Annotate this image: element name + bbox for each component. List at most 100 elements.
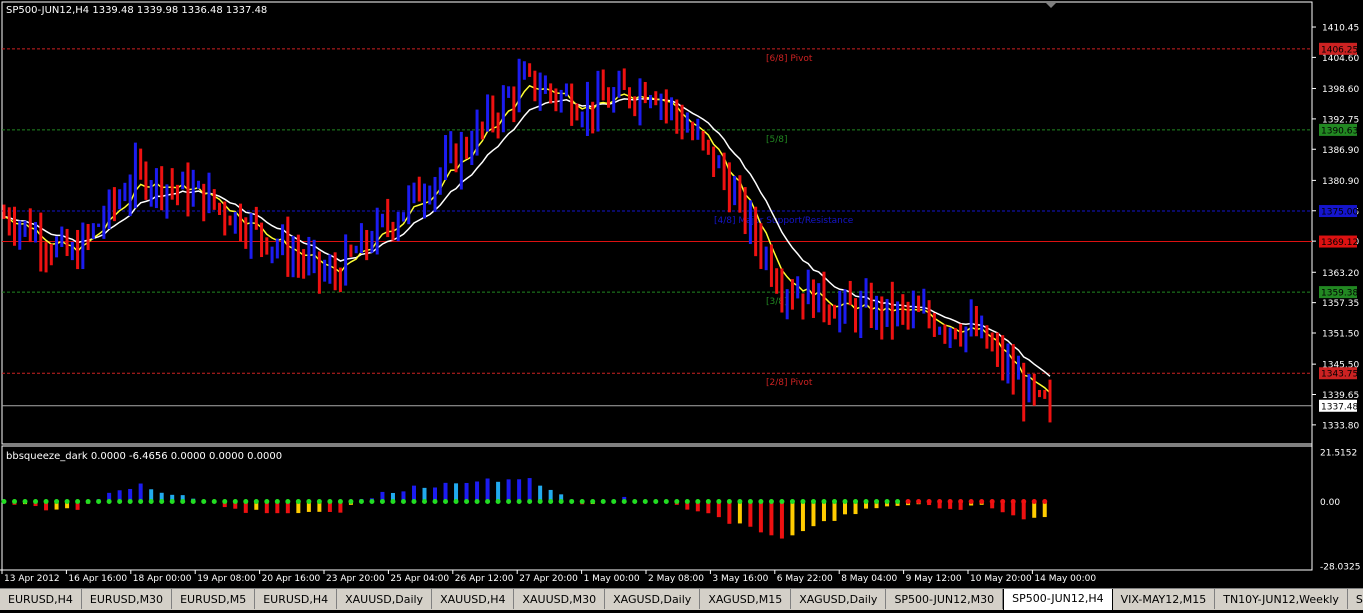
squeeze-dot bbox=[148, 499, 154, 505]
price-tick-label: 1380.90 bbox=[1322, 177, 1359, 187]
squeeze-dot bbox=[96, 499, 102, 505]
price-tick-label: 1410.45 bbox=[1322, 24, 1359, 34]
squeeze-dot bbox=[947, 499, 953, 505]
squeeze-dot bbox=[663, 499, 669, 505]
price-scale: 1410.45 1404.60 1398.60 1392.75 1386.90 1380.… bbox=[1312, 24, 1359, 431]
squeeze-dot bbox=[22, 499, 28, 505]
squeeze-dot bbox=[958, 499, 964, 505]
indicator-scale-label: -28.0325 bbox=[1320, 563, 1360, 573]
squeeze-dot bbox=[989, 499, 995, 505]
squeeze-dot bbox=[411, 499, 417, 505]
squeeze-dot bbox=[358, 499, 364, 505]
squeeze-dot bbox=[1010, 499, 1016, 505]
chart-tab-bar: EURUSD,H4 EURUSD,M30 EURUSD,M5 EURUSD,H4 XAU… bbox=[0, 588, 1363, 610]
scroll-marker-icon[interactable] bbox=[1046, 3, 1056, 8]
chart-tab[interactable]: XAUUSD,M30 bbox=[514, 589, 606, 609]
chart-tab[interactable]: EURUSD,M30 bbox=[82, 589, 173, 609]
chart-header: SP500-JUN12,H4 1339.48 1339.98 1336.48 1… bbox=[6, 5, 267, 16]
time-tick-label: 2 May 08:00 bbox=[648, 574, 704, 584]
chart-svg[interactable]: [6/8] Pivot [5/8] [4/8] Major Support/Resi… bbox=[0, 0, 1363, 609]
chart-tab[interactable]: XAGUSD,Daily bbox=[605, 589, 701, 609]
squeeze-dot bbox=[558, 499, 564, 505]
chart-tab[interactable]: XAGUSD,M15 bbox=[700, 589, 792, 609]
indicator-scale-label: 0.00 bbox=[1320, 498, 1340, 508]
squeeze-dot bbox=[85, 499, 91, 505]
squeeze-dot bbox=[674, 499, 680, 505]
squeeze-dot bbox=[726, 499, 732, 505]
squeeze-dot bbox=[180, 499, 186, 505]
squeeze-dot bbox=[705, 499, 711, 505]
indicator-histogram bbox=[1, 478, 1048, 539]
squeeze-dot bbox=[516, 499, 522, 505]
time-tick-label: 27 Apr 20:00 bbox=[519, 574, 578, 584]
time-tick-label: 9 May 12:00 bbox=[906, 574, 962, 584]
price-tick-label: 1357.35 bbox=[1322, 299, 1359, 309]
squeeze-dot bbox=[810, 499, 816, 505]
chart-tab[interactable]: TN10Y-JUN12,Weekly bbox=[1215, 589, 1348, 609]
squeeze-dot bbox=[768, 499, 774, 505]
squeeze-dot bbox=[12, 499, 18, 505]
squeeze-dot bbox=[127, 499, 133, 505]
squeeze-dot bbox=[590, 499, 596, 505]
squeeze-dot bbox=[190, 499, 196, 505]
squeeze-dot bbox=[474, 499, 480, 505]
squeeze-dot bbox=[64, 499, 70, 505]
main-panel-frame bbox=[1, 1, 1313, 445]
squeeze-dot bbox=[264, 499, 270, 505]
squeeze-dot bbox=[874, 499, 880, 505]
time-tick-label: 19 Apr 08:00 bbox=[197, 574, 256, 584]
squeeze-dot bbox=[169, 499, 175, 505]
chart-tab[interactable]: SP500-JUN12,H4 bbox=[1003, 589, 1113, 610]
level-label: [2/8] Pivot bbox=[766, 378, 813, 388]
time-tick-label: 13 Apr 2012 bbox=[4, 574, 60, 584]
chart-tab[interactable]: XAUUSD,Daily bbox=[337, 589, 433, 609]
squeeze-dot bbox=[527, 499, 533, 505]
squeeze-dot bbox=[842, 499, 848, 505]
time-tick-label: 6 May 22:00 bbox=[777, 574, 833, 584]
level-price-tag-label: 1375.00 bbox=[1321, 208, 1358, 218]
time-tick-label: 16 Apr 16:00 bbox=[68, 574, 127, 584]
squeeze-dot bbox=[327, 499, 333, 505]
chart-tab[interactable]: SIE bbox=[1348, 589, 1363, 609]
squeeze-dot bbox=[253, 499, 259, 505]
squeeze-dot bbox=[243, 499, 249, 505]
chart-tab[interactable]: EURUSD,H4 bbox=[255, 589, 338, 609]
indicator-panel-frame bbox=[1, 445, 1313, 571]
chart-tab[interactable]: EURUSD,H4 bbox=[0, 589, 82, 609]
chart-tab[interactable]: XAGUSD,Daily bbox=[791, 589, 887, 609]
squeeze-dot bbox=[274, 499, 280, 505]
time-tick-label: 14 May 00:00 bbox=[1034, 574, 1096, 584]
squeeze-dot bbox=[211, 499, 217, 505]
level-label: [3/8] bbox=[766, 297, 788, 307]
squeeze-dot bbox=[1031, 499, 1037, 505]
level-price-tag-label: 1343.75 bbox=[1321, 370, 1358, 380]
time-tick-label: 1 May 00:00 bbox=[584, 574, 640, 584]
level-label: [5/8] bbox=[766, 135, 788, 145]
chart-tab[interactable]: VIX-MAY12,M15 bbox=[1113, 589, 1216, 609]
squeeze-dot bbox=[232, 499, 238, 505]
squeeze-dot bbox=[295, 499, 301, 505]
chart-tab[interactable]: EURUSD,M5 bbox=[172, 589, 256, 609]
squeeze-dot bbox=[400, 499, 406, 505]
chart-tab[interactable]: SP500-JUN12,M30 bbox=[886, 589, 1004, 609]
squeeze-dot bbox=[1042, 499, 1048, 505]
chart-tab[interactable]: XAUUSD,H4 bbox=[432, 589, 515, 609]
squeeze-dot bbox=[821, 499, 827, 505]
fast-ma-line bbox=[3, 84, 1051, 394]
squeeze-dot bbox=[884, 499, 890, 505]
chart-area[interactable]: [6/8] Pivot [5/8] [4/8] Major Support/Resi… bbox=[0, 0, 1363, 609]
squeeze-dot bbox=[789, 499, 795, 505]
squeeze-dot bbox=[285, 499, 291, 505]
squeeze-dot bbox=[495, 499, 501, 505]
time-axis: 13 Apr 2012 16 Apr 16:00 18 Apr 00:00 19 Ap… bbox=[1, 570, 1096, 584]
level-price-tag-label: 1359.38 bbox=[1321, 289, 1358, 299]
squeeze-dot bbox=[684, 499, 690, 505]
squeeze-dot bbox=[1000, 499, 1006, 505]
price-tick-label: 1398.60 bbox=[1322, 85, 1359, 95]
indicator-scale: 21.5152 0.00 -28.0325 bbox=[1320, 449, 1360, 573]
time-tick-label: 23 Apr 20:00 bbox=[326, 574, 385, 584]
squeeze-dot bbox=[695, 499, 701, 505]
squeeze-dot bbox=[390, 499, 396, 505]
squeeze-dot bbox=[54, 499, 60, 505]
squeeze-dot bbox=[779, 499, 785, 505]
